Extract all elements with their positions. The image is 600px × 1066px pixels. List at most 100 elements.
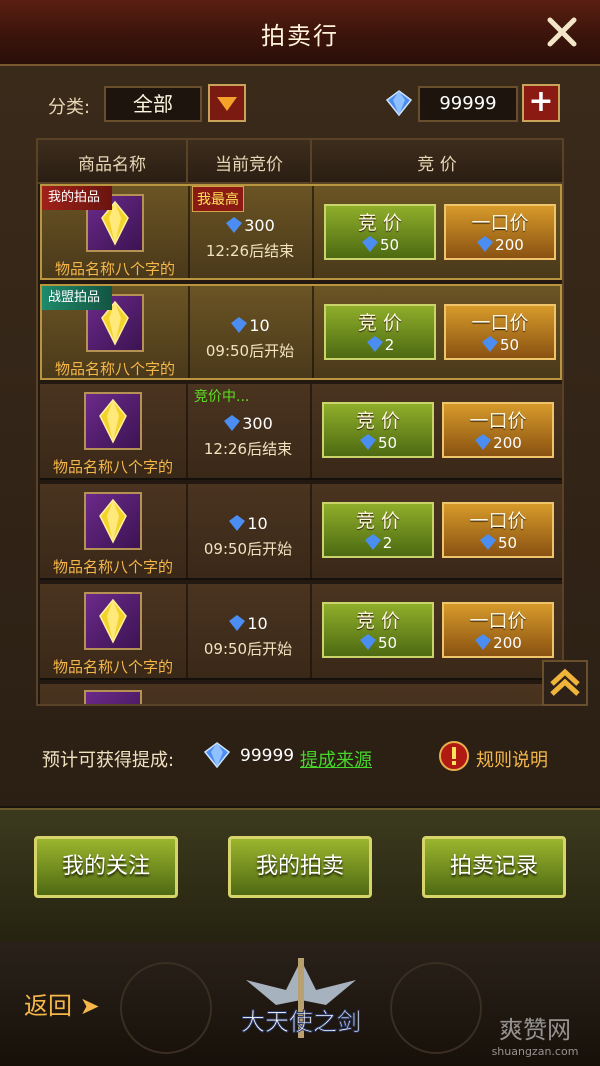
gem-item-icon xyxy=(99,398,127,444)
close-button[interactable] xyxy=(542,12,582,52)
item-name: 物品名称八个字的 xyxy=(52,658,173,676)
buyout-button-value: 50 xyxy=(446,335,554,354)
table-row[interactable] xyxy=(40,684,562,704)
column-header-item: 商品名称 xyxy=(78,155,146,175)
bid-button-value: 2 xyxy=(324,533,432,552)
diamond-icon xyxy=(366,336,383,352)
category-label: 分类: xyxy=(48,97,91,118)
bid-button[interactable]: 竞 价 50 xyxy=(324,204,436,260)
time-remaining: 09:50后开始 xyxy=(205,342,295,360)
current-price: 10 xyxy=(186,514,310,533)
diamond-icon xyxy=(203,742,231,769)
buyout-button-value: 200 xyxy=(446,235,554,254)
buyout-button-value: 200 xyxy=(444,633,552,652)
decorative-seal xyxy=(120,962,212,1054)
game-logo: 大天使之剑 xyxy=(241,958,362,1038)
table-row[interactable]: 物品名称八个字的 竞价中... 300 12:26后结束 竞 价 50 一口价 … xyxy=(40,384,562,480)
bid-button-value: 50 xyxy=(324,433,432,452)
category-select[interactable]: 全部 xyxy=(104,86,202,122)
item-slot[interactable] xyxy=(84,690,142,704)
my-watch-button[interactable]: 我的关注 xyxy=(34,836,178,898)
commission-label: 预计可获得提成: xyxy=(42,750,175,771)
buyout-button[interactable]: 一口价 200 xyxy=(442,602,554,658)
current-price-value: 10 xyxy=(249,316,270,335)
bid-button[interactable]: 竞 价 2 xyxy=(322,502,434,558)
column-divider xyxy=(312,286,314,378)
bid-button-label: 竞 价 xyxy=(355,510,401,532)
diamond-icon xyxy=(385,90,413,117)
commission-source-link[interactable]: 提成来源 xyxy=(300,746,372,772)
item-name: 物品名称八个字的 xyxy=(54,360,175,378)
item-slot[interactable] xyxy=(84,392,142,450)
bid-button[interactable]: 竞 价 2 xyxy=(324,304,436,360)
buyout-button[interactable]: 一口价 50 xyxy=(444,304,556,360)
decorative-seal xyxy=(390,962,482,1054)
scroll-up-button[interactable] xyxy=(542,660,588,706)
bid-amount: 50 xyxy=(377,434,398,452)
gem-item-icon xyxy=(99,498,127,544)
diamond-icon xyxy=(359,634,376,650)
svg-text:大天使之剑: 大天使之剑 xyxy=(241,1008,361,1036)
buyout-button-value: 50 xyxy=(444,533,552,552)
rules-alert-icon[interactable] xyxy=(438,740,470,772)
diamond-icon xyxy=(475,434,492,450)
back-arrow-icon: ➤ xyxy=(79,992,100,1020)
bid-button-label: 竞 价 xyxy=(357,312,403,334)
bid-button-value: 50 xyxy=(324,633,432,652)
diamond-icon xyxy=(229,615,246,631)
bid-button-label: 竞 价 xyxy=(355,410,401,432)
bid-button[interactable]: 竞 价 50 xyxy=(322,602,434,658)
bid-button-value: 50 xyxy=(326,235,434,254)
buyout-amount: 50 xyxy=(497,534,518,552)
item-slot[interactable] xyxy=(84,492,142,550)
table-row[interactable]: 物品名称八个字的 10 09:50后开始 竞 价 2 一口价 50 xyxy=(40,484,562,580)
column-divider xyxy=(312,186,314,278)
buyout-button[interactable]: 一口价 50 xyxy=(442,502,554,558)
bid-button-label: 竞 价 xyxy=(355,610,401,632)
buyout-button-label: 一口价 xyxy=(471,312,529,334)
item-slot[interactable] xyxy=(84,592,142,650)
dropdown-arrow-icon[interactable] xyxy=(208,84,246,122)
item-name: 物品名称八个字的 xyxy=(54,260,175,278)
buyout-button[interactable]: 一口价 200 xyxy=(444,204,556,260)
diamond-icon xyxy=(226,217,243,233)
column-divider xyxy=(310,384,312,478)
bidding-status: 竞价中... xyxy=(194,389,250,405)
table-row[interactable]: 物品名称八个字的 10 09:50后开始 竞 价 50 一口价 200 xyxy=(40,584,562,680)
table-row[interactable]: 我的拍品 物品名称八个字的 我最高 300 12:26后结束 竞 价 50 一口… xyxy=(40,184,562,280)
auction-log-button[interactable]: 拍卖记录 xyxy=(422,836,566,898)
diamond-icon xyxy=(224,415,241,431)
item-name: 物品名称八个字的 xyxy=(52,558,173,576)
current-price: 10 xyxy=(188,316,312,335)
buyout-button-label: 一口价 xyxy=(469,510,527,532)
buyout-amount: 50 xyxy=(499,336,520,354)
buyout-amount: 200 xyxy=(493,434,522,452)
item-name: 物品名称八个字的 xyxy=(52,458,173,476)
gem-item-icon xyxy=(99,598,127,644)
diamond-icon xyxy=(231,317,248,333)
current-price: 300 xyxy=(186,414,310,433)
time-remaining: 12:26后结束 xyxy=(205,242,295,260)
rules-link[interactable]: 规则说明 xyxy=(476,746,548,772)
guild-item-tag: 战盟拍品 xyxy=(42,286,113,310)
time-remaining: 12:26后结束 xyxy=(203,440,293,458)
site-watermark: 爽赞网 shuangzan.com xyxy=(492,1016,579,1058)
page-title: 拍卖行 xyxy=(261,22,339,50)
column-divider xyxy=(310,484,312,578)
current-price-value: 10 xyxy=(247,614,268,633)
table-row[interactable]: 战盟拍品 物品名称八个字的 10 09:50后开始 竞 价 2 一口价 50 xyxy=(40,284,562,380)
buyout-button-label: 一口价 xyxy=(469,610,527,632)
column-divider xyxy=(310,584,312,678)
back-button[interactable]: 返回 ➤ xyxy=(24,986,100,1021)
my-auction-button[interactable]: 我的拍卖 xyxy=(228,836,372,898)
bid-button[interactable]: 竞 价 50 xyxy=(322,402,434,458)
add-currency-button[interactable]: + xyxy=(522,84,560,122)
commission-value: 99999 xyxy=(240,746,295,766)
current-price-value: 300 xyxy=(242,414,273,433)
buyout-button[interactable]: 一口价 200 xyxy=(442,402,554,458)
column-header-price: 当前竞价 xyxy=(215,155,283,175)
diamond-icon xyxy=(481,336,498,352)
plus-icon: + xyxy=(528,84,554,119)
auction-table[interactable]: 商品名称 当前竞价 竞 价 我的拍品 物品名称八个字的 我最高 300 12:2… xyxy=(36,138,564,706)
column-header-bid: 竞 价 xyxy=(417,155,457,175)
